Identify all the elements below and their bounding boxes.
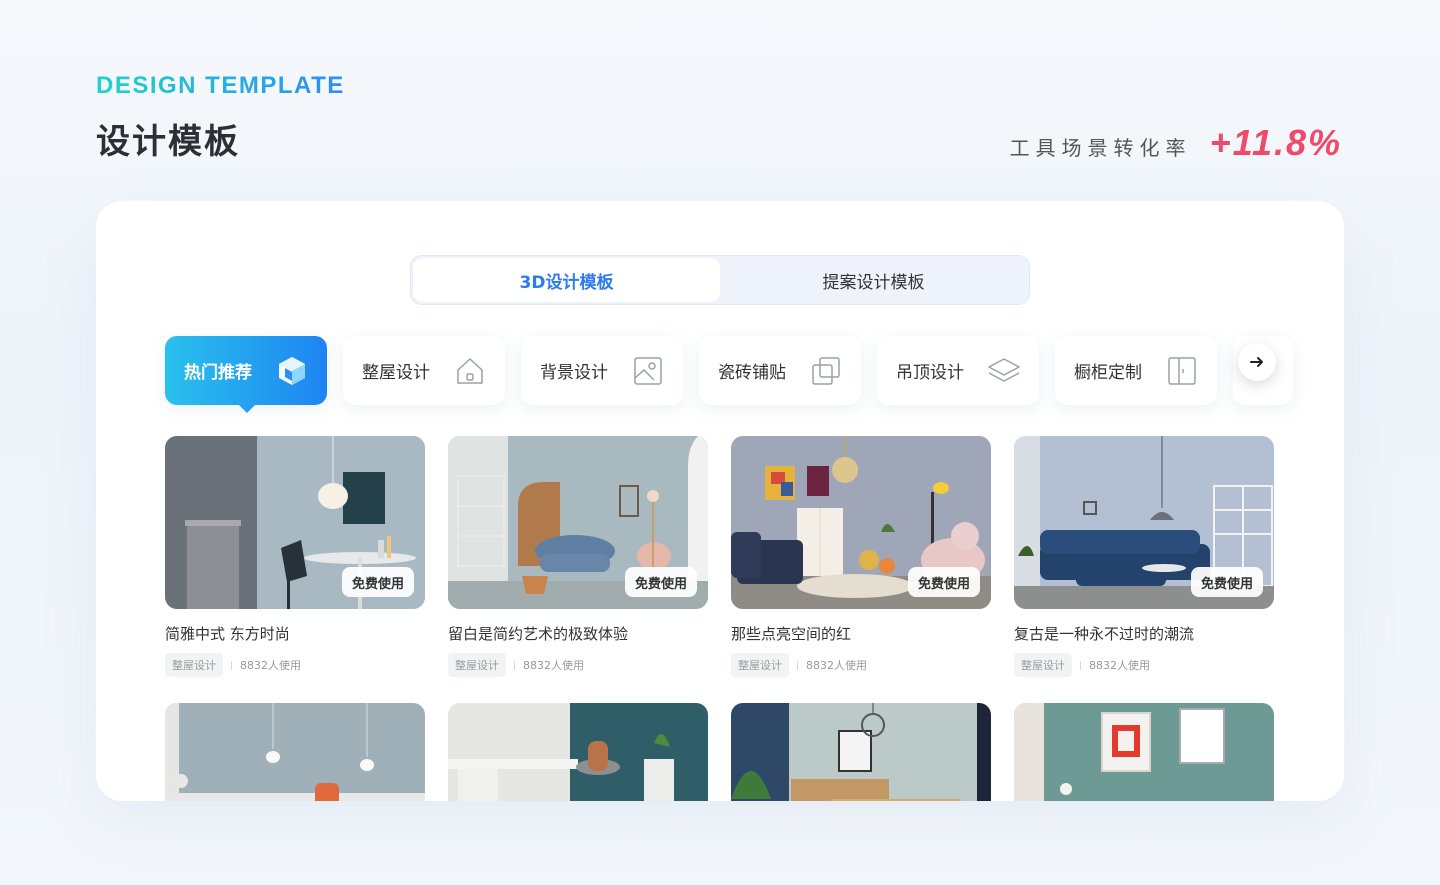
metric-label: 工具场景转化率 (1009, 136, 1192, 160)
arrow-right-icon (1250, 357, 1263, 367)
template-card[interactable] (731, 703, 991, 801)
template-tag: 整屋设计 (1014, 653, 1072, 677)
template-card[interactable] (165, 703, 425, 801)
category-label: 整屋设计 (362, 363, 430, 383)
template-thumbnail: 免费使用 (448, 436, 708, 609)
template-panel: 3D设计模板 提案设计模板 热门推荐 整屋设计 背景设计 瓷砖铺贴 吊顶设计 橱… (96, 201, 1344, 801)
template-card[interactable] (448, 703, 708, 801)
template-card[interactable]: 免费使用 留白是简约艺术的极致体验 整屋设计 8832人使用 (448, 436, 708, 677)
template-thumbnail (165, 703, 425, 801)
template-thumbnail (731, 703, 991, 801)
template-title: 复古是一种永不过时的潮流 (1014, 625, 1195, 643)
template-tag: 整屋设计 (731, 653, 789, 677)
category-hot[interactable]: 热门推荐 (165, 336, 327, 413)
category-cabinet[interactable]: 橱柜定制 (1055, 336, 1217, 405)
metric-value: +11.8% (1209, 122, 1342, 163)
template-meta: 整屋设计 8832人使用 (448, 653, 708, 677)
template-meta: 整屋设计 8832人使用 (165, 653, 425, 677)
template-title: 留白是简约艺术的极致体验 (448, 625, 629, 643)
cube-icon (275, 354, 309, 388)
template-thumbnail (448, 703, 708, 801)
template-thumbnail: 免费使用 (731, 436, 991, 609)
template-card[interactable]: 免费使用 复古是一种永不过时的潮流 整屋设计 8832人使用 (1014, 436, 1274, 677)
tab-proposal-templates[interactable]: 提案设计模板 (720, 258, 1027, 302)
template-meta: 整屋设计 8832人使用 (731, 653, 991, 677)
meta-divider (231, 660, 232, 670)
free-use-button[interactable]: 免费使用 (341, 567, 414, 597)
template-tag: 整屋设计 (448, 653, 506, 677)
category-label: 吊顶设计 (896, 363, 964, 383)
template-card[interactable]: 免费使用 那些点亮空间的红 整屋设计 8832人使用 (731, 436, 991, 677)
tiles-icon (809, 354, 843, 388)
free-use-button[interactable]: 免费使用 (907, 567, 980, 597)
category-whole-house[interactable]: 整屋设计 (343, 336, 505, 405)
house-icon (453, 354, 487, 388)
template-tag: 整屋设计 (165, 653, 223, 677)
usage-count: 8832人使用 (523, 659, 584, 672)
category-ceiling[interactable]: 吊顶设计 (877, 336, 1039, 405)
category-background[interactable]: 背景设计 (521, 336, 683, 405)
template-title: 那些点亮空间的红 (731, 625, 852, 643)
category-bar: 热门推荐 整屋设计 背景设计 瓷砖铺贴 吊顶设计 橱柜定制 (165, 336, 1293, 413)
template-type-switch: 3D设计模板 提案设计模板 (410, 255, 1030, 305)
template-thumbnail (1014, 703, 1274, 801)
category-label: 背景设计 (540, 363, 608, 383)
category-label: 热门推荐 (184, 363, 252, 383)
template-meta: 整屋设计 8832人使用 (1014, 653, 1274, 677)
meta-divider (514, 660, 515, 670)
template-card[interactable] (1014, 703, 1274, 801)
free-use-button[interactable]: 免费使用 (624, 567, 697, 597)
usage-count: 8832人使用 (806, 659, 867, 672)
next-category-button[interactable] (1238, 343, 1276, 381)
page-title: 设计模板 (96, 122, 240, 162)
usage-count: 8832人使用 (240, 659, 301, 672)
template-title: 简雅中式 东方时尚 (165, 625, 290, 643)
template-thumbnail: 免费使用 (165, 436, 425, 609)
category-label: 瓷砖铺贴 (718, 363, 786, 383)
free-use-button[interactable]: 免费使用 (1190, 567, 1263, 597)
eyebrow-label: DESIGN TEMPLATE (96, 72, 345, 99)
tab-3d-templates[interactable]: 3D设计模板 (413, 258, 720, 302)
template-grid: 免费使用 简雅中式 东方时尚 整屋设计 8832人使用 免费使用 留白是简约艺术… (165, 436, 1275, 801)
layers-icon (987, 354, 1021, 388)
meta-divider (797, 660, 798, 670)
conversion-metric: 工具场景转化率 +11.8% (1010, 122, 1342, 164)
category-label: 橱柜定制 (1074, 363, 1142, 383)
meta-divider (1080, 660, 1081, 670)
category-tiles[interactable]: 瓷砖铺贴 (699, 336, 861, 405)
usage-count: 8832人使用 (1089, 659, 1150, 672)
image-icon (631, 354, 665, 388)
template-thumbnail: 免费使用 (1014, 436, 1274, 609)
cabinet-icon (1165, 354, 1199, 388)
template-card[interactable]: 免费使用 简雅中式 东方时尚 整屋设计 8832人使用 (165, 436, 425, 677)
